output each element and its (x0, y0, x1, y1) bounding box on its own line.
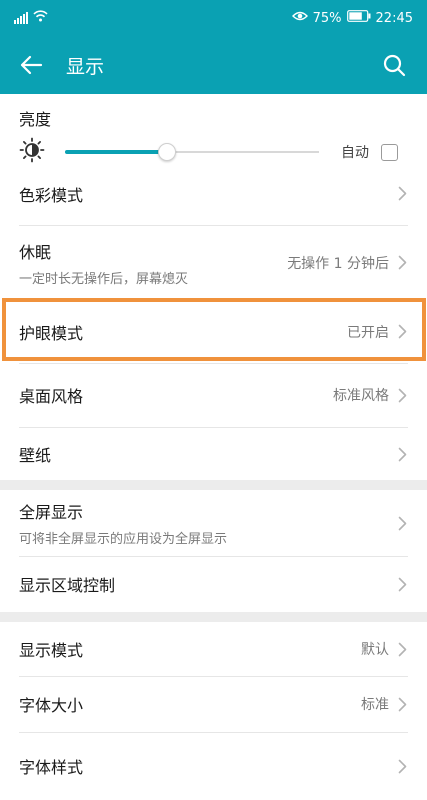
settings-group-fonts: 显示模式 默认字体大小 标准字体样式 (0, 622, 427, 800)
row-value: 无操作 1 分钟后 (287, 255, 389, 272)
status-bar: 75% 22:45 (0, 0, 427, 36)
arrow-left-icon (20, 55, 43, 75)
chevron-right-icon (396, 446, 408, 462)
chevron-right-icon (396, 576, 408, 592)
settings-row[interactable]: 显示模式 默认 (0, 622, 427, 676)
chevron-right-icon (396, 641, 408, 657)
wifi-icon (33, 10, 48, 26)
search-button[interactable] (377, 48, 411, 82)
signal-icon (14, 12, 28, 24)
brightness-title: 亮度 (19, 110, 52, 129)
chevron-right-icon (396, 255, 408, 271)
row-subtitle: 一定时长无操作后，屏幕熄灭 (19, 271, 189, 287)
clock: 22:45 (375, 10, 413, 26)
settings-group-fullscreen: 全屏显示可将非全屏显示的应用设为全屏显示显示区域控制 (0, 490, 427, 612)
chevron-right-icon (396, 515, 408, 531)
row-title: 显示区域控制 (19, 576, 116, 595)
settings-row[interactable]: 字体大小 标准 (0, 676, 427, 732)
settings-row[interactable]: 字体样式 (0, 732, 427, 800)
settings-group-display: 亮度 自动 色彩模式休眠一定时长无操作后，屏幕熄灭 无操作 1 分钟后护眼模式 已开… (0, 94, 427, 480)
eye-comfort-icon (291, 10, 308, 26)
settings-row[interactable]: 护眼模式 已开启 (0, 300, 427, 363)
row-value: 标准 (361, 697, 389, 713)
brightness-row: 亮度 自动 (0, 94, 427, 163)
row-title: 显示模式 (19, 641, 84, 660)
row-value: 默认 (361, 642, 389, 658)
row-title: 桌面风格 (19, 387, 84, 406)
battery-percent: 75% (312, 10, 342, 26)
auto-brightness-label: 自动 (341, 145, 369, 161)
slider-fill (65, 150, 167, 154)
settings-row[interactable]: 休眠一定时长无操作后，屏幕熄灭 无操作 1 分钟后 (0, 225, 427, 300)
settings-row[interactable]: 显示区域控制 (0, 556, 427, 612)
slider-thumb[interactable] (157, 143, 176, 161)
back-button[interactable] (14, 48, 48, 82)
brightness-slider[interactable] (65, 142, 319, 162)
settings-row[interactable]: 桌面风格 标准风格 (0, 363, 427, 427)
chevron-right-icon (396, 186, 408, 202)
row-value: 已开启 (347, 324, 389, 341)
page-title: 显示 (66, 55, 105, 78)
row-title: 护眼模式 (19, 323, 84, 343)
row-title: 壁纸 (19, 446, 52, 465)
settings-row[interactable]: 色彩模式 (0, 162, 427, 225)
row-subtitle: 可将非全屏显示的应用设为全屏显示 (19, 532, 228, 547)
row-title: 休眠 (19, 242, 52, 262)
row-title: 字体大小 (19, 696, 84, 715)
search-icon (383, 54, 406, 77)
app-header: 75% 22:45 显示 (0, 0, 427, 94)
row-title: 色彩模式 (19, 185, 84, 205)
row-value: 标准风格 (333, 388, 389, 404)
chevron-right-icon (396, 758, 408, 774)
chevron-right-icon (396, 387, 408, 403)
chevron-right-icon (396, 696, 408, 712)
settings-row[interactable]: 全屏显示可将非全屏显示的应用设为全屏显示 (0, 490, 427, 556)
row-title: 字体样式 (19, 758, 84, 777)
auto-brightness-checkbox[interactable] (381, 143, 398, 161)
battery-icon (346, 10, 371, 26)
toolbar: 显示 (0, 36, 427, 94)
row-title: 全屏显示 (19, 503, 84, 522)
chevron-right-icon (396, 324, 408, 340)
settings-row[interactable]: 壁纸 (0, 427, 427, 481)
